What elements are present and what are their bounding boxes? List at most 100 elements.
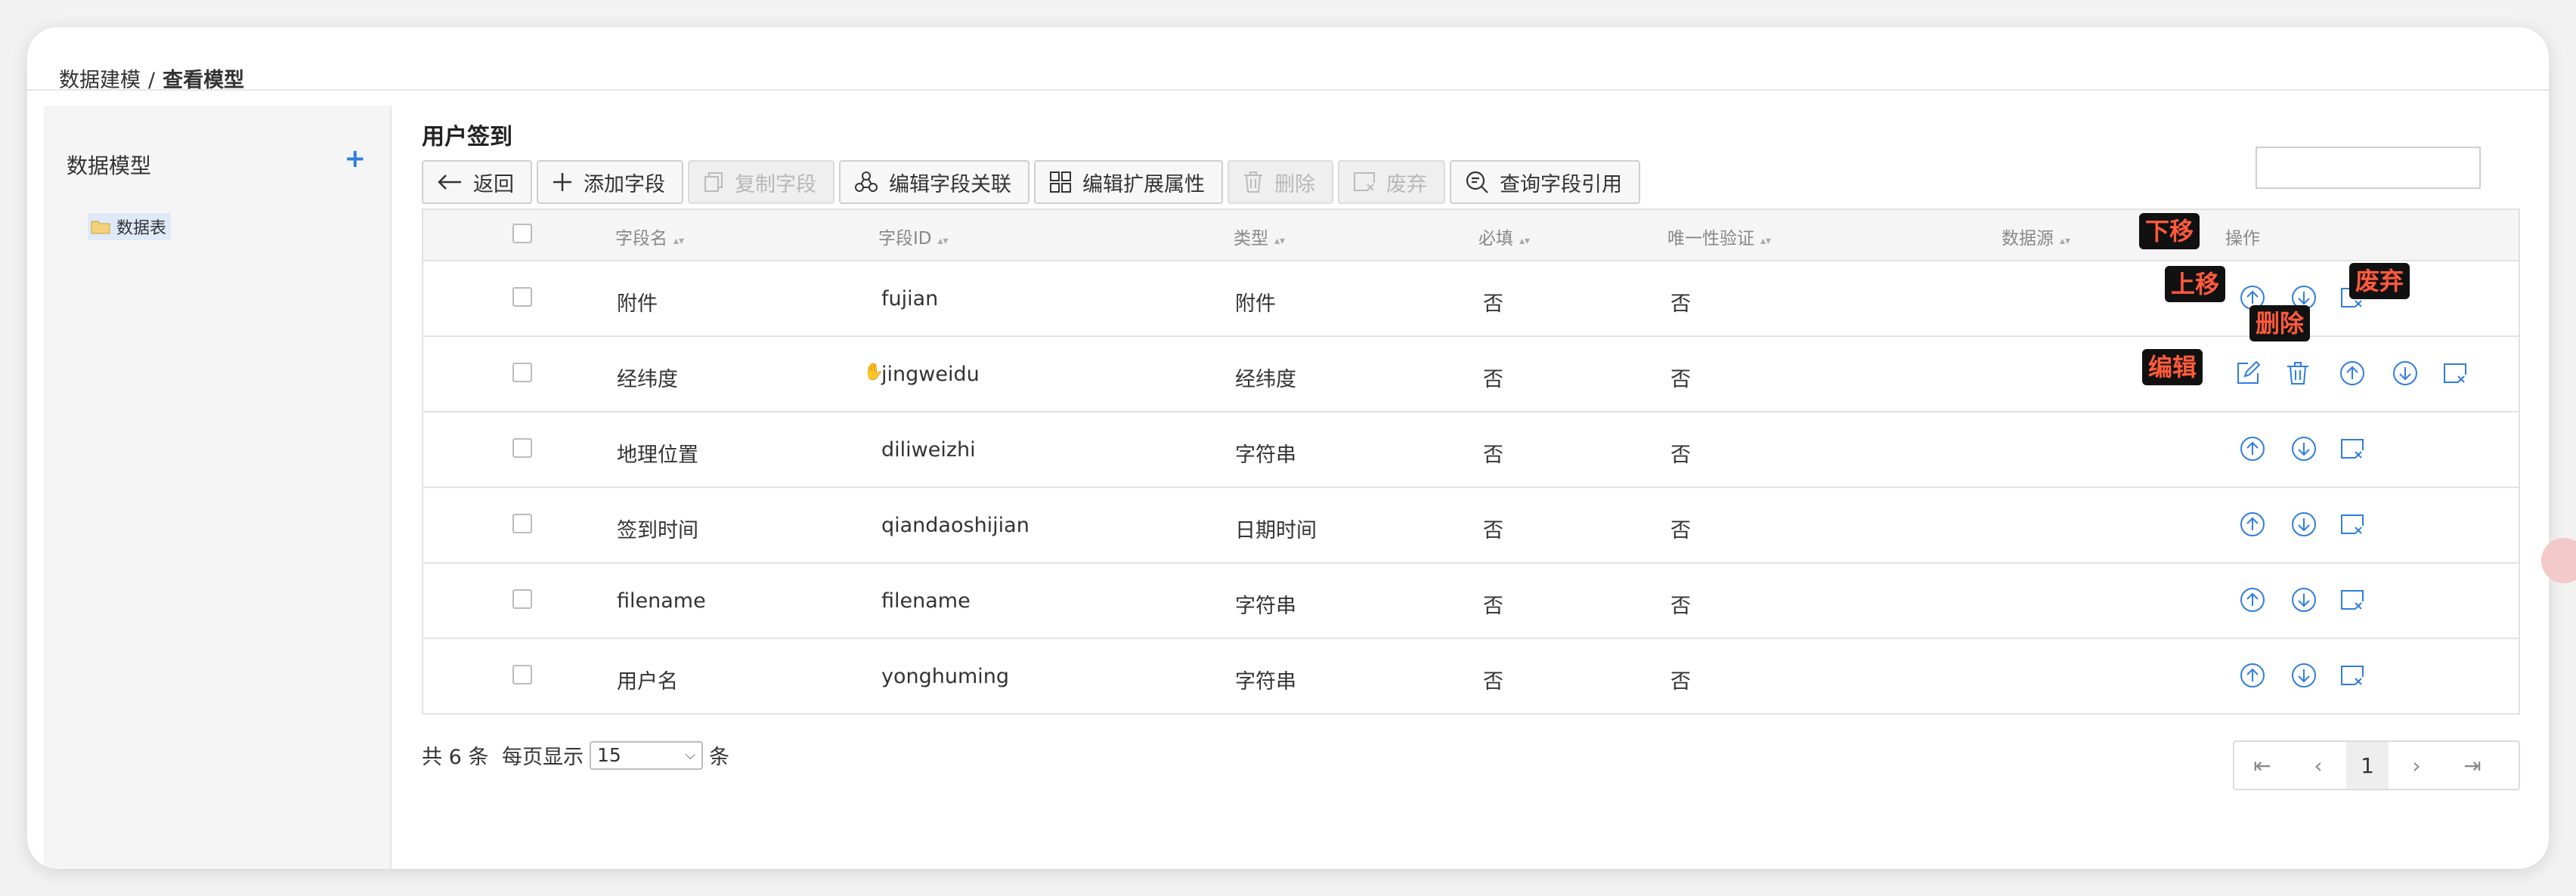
row-checkbox[interactable]: [512, 363, 532, 382]
move-down-icon[interactable]: [2290, 435, 2317, 462]
field-name: 签到时间: [617, 519, 698, 542]
field-name: 地理位置: [617, 443, 698, 467]
edit-icon[interactable]: [2234, 360, 2262, 387]
field-required: 否: [1483, 595, 1503, 618]
search-input[interactable]: [2256, 147, 2481, 189]
discard-icon[interactable]: [2339, 662, 2366, 689]
edit-extended-attributes-button[interactable]: 编辑扩展属性: [1034, 160, 1223, 204]
field-required: 否: [1483, 368, 1503, 391]
field-type: 经纬度: [1235, 368, 1296, 391]
table-row[interactable]: filename filename 字符串 否 否: [423, 564, 2519, 639]
query-field-references-label: 查询字段引用: [1500, 172, 1622, 196]
discard-button[interactable]: 废弃: [1338, 160, 1445, 204]
link-icon: [855, 171, 878, 192]
column-label: 唯一性验证: [1667, 229, 1754, 249]
copy-field-button[interactable]: 复制字段: [688, 160, 834, 204]
back-button-label: 返回: [473, 172, 514, 196]
column-header-name[interactable]: 字段名 ▴▾: [615, 224, 684, 249]
field-id: qiandaoshijian: [881, 514, 1029, 537]
discard-button-label: 废弃: [1386, 172, 1427, 196]
add-field-button[interactable]: 添加字段: [537, 160, 683, 204]
delete-icon[interactable]: [2284, 360, 2311, 387]
per-page-select[interactable]: 15 ⌵: [590, 740, 703, 770]
header-divider: [27, 89, 2549, 91]
row-checkbox[interactable]: [512, 514, 532, 533]
last-page-icon[interactable]: ⇥: [2444, 742, 2500, 789]
move-up-icon[interactable]: [2239, 435, 2266, 462]
tree-node-label: 数据表: [116, 219, 167, 238]
plus-icon[interactable]: +: [345, 144, 367, 174]
row-checkbox[interactable]: [512, 287, 532, 307]
discard-icon[interactable]: [2339, 435, 2366, 462]
table-row[interactable]: 签到时间 qiandaoshijian 日期时间 否 否: [423, 488, 2519, 564]
toolbar: 返回 添加字段 复制字段 编辑字段关联 编辑扩展属性 删除 废弃 查询字段引用: [422, 160, 1640, 204]
discard-icon[interactable]: [2441, 360, 2469, 387]
table-row[interactable]: 用户名 yonghuming 字符串 否 否: [423, 639, 2519, 713]
row-checkbox[interactable]: [512, 589, 532, 609]
back-button[interactable]: 返回: [422, 160, 532, 204]
page-number[interactable]: 1: [2346, 742, 2389, 789]
column-label: 必填: [1478, 229, 1513, 249]
annotation-edit: 编辑: [2142, 349, 2203, 385]
row-checkbox[interactable]: [512, 665, 532, 684]
field-required: 否: [1483, 292, 1503, 316]
move-down-icon[interactable]: [2392, 360, 2419, 387]
select-all-checkbox[interactable]: [512, 224, 532, 243]
move-up-icon[interactable]: [2339, 360, 2366, 387]
field-unique: 否: [1670, 595, 1691, 618]
column-label: 字段名: [615, 229, 667, 249]
first-page-icon[interactable]: ⇤: [2234, 742, 2290, 789]
field-required: 否: [1483, 670, 1503, 694]
per-page-value: 15: [597, 744, 621, 766]
field-unique: 否: [1670, 292, 1691, 316]
column-header-id[interactable]: 字段ID ▴▾: [878, 224, 949, 249]
table-header: 字段名 ▴▾ 字段ID ▴▾ 类型 ▴▾ 必填 ▴▾ 唯一性验证 ▴▾ 数据源 ▴▾ 操作: [423, 210, 2519, 261]
column-header-unique[interactable]: 唯一性验证 ▴▾: [1667, 224, 1771, 249]
field-type: 字符串: [1235, 670, 1296, 694]
edit-field-relation-button[interactable]: 编辑字段关联: [839, 160, 1029, 204]
move-up-icon[interactable]: [2239, 511, 2266, 538]
field-type: 字符串: [1235, 595, 1296, 618]
trash-icon: [1244, 171, 1262, 193]
move-down-icon[interactable]: [2290, 511, 2317, 538]
app-window: 数据建模 / 查看模型 数据模型 + 数据表 用户签到 返回 添加字段 复制字段 编…: [27, 27, 2549, 869]
move-up-icon[interactable]: [2239, 662, 2266, 689]
discard-icon[interactable]: [2339, 511, 2366, 538]
folder-icon: [91, 219, 110, 234]
table-row[interactable]: 地理位置 diliweizhi 字符串 否 否: [423, 412, 2519, 488]
query-field-references-button[interactable]: 查询字段引用: [1450, 160, 1640, 204]
next-page-icon[interactable]: ›: [2389, 742, 2444, 789]
field-id: filename: [881, 589, 971, 613]
search-doc-icon: [1466, 171, 1488, 193]
move-up-icon[interactable]: [2239, 586, 2266, 613]
field-id: diliweizhi: [881, 438, 976, 462]
row-checkbox[interactable]: [512, 438, 532, 458]
field-required: 否: [1483, 443, 1503, 467]
tree-node-data-table[interactable]: 数据表: [88, 213, 172, 240]
sort-icon: ▴▾: [1519, 235, 1531, 247]
move-down-icon[interactable]: [2290, 586, 2317, 613]
model-title: 用户签到: [422, 124, 512, 150]
field-required: 否: [1483, 519, 1503, 542]
total-count: 共 6 条: [422, 746, 489, 769]
annotation-delete: 删除: [2249, 305, 2311, 341]
previous-page-icon[interactable]: ‹: [2290, 742, 2346, 789]
field-name: 用户名: [617, 670, 678, 694]
edit-field-relation-label: 编辑字段关联: [889, 172, 1011, 196]
sidebar-title: 数据模型: [67, 153, 152, 178]
delete-button[interactable]: 删除: [1228, 160, 1333, 204]
discard-icon[interactable]: [2339, 586, 2366, 613]
move-down-icon[interactable]: [2290, 662, 2317, 689]
table-row[interactable]: 经纬度 ✋ jingweidu 经纬度 否 否: [423, 337, 2519, 412]
column-header-type[interactable]: 类型 ▴▾: [1234, 224, 1285, 249]
annotation-move-up: 上移: [2165, 266, 2226, 302]
copy-field-button-label: 复制字段: [735, 172, 816, 196]
column-label: 数据源: [2002, 229, 2054, 249]
column-header-source[interactable]: 数据源 ▴▾: [2002, 224, 2070, 249]
per-page-label: 每页显示: [502, 746, 584, 769]
annotation-move-down: 下移: [2139, 213, 2200, 249]
sidebar: 数据模型 + 数据表: [44, 106, 392, 869]
sort-icon: ▴▾: [673, 235, 685, 247]
column-header-required[interactable]: 必填 ▴▾: [1478, 224, 1530, 249]
field-id: jingweidu: [881, 363, 980, 386]
